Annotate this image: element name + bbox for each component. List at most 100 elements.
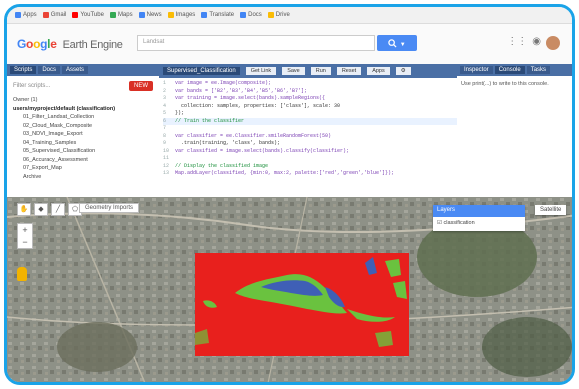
bookmark-item[interactable]: Drive xyxy=(267,12,290,18)
code-line[interactable]: 13 Map.addLayer(classified, {min:0, max:2… xyxy=(163,170,457,178)
code-line[interactable]: 5}); xyxy=(163,110,457,118)
product-name: Earth Engine xyxy=(62,39,123,51)
line-number: 10 xyxy=(163,147,170,154)
run-button[interactable]: Run xyxy=(310,67,331,75)
code-line[interactable]: 1 var image = ee.Image(composite); xyxy=(163,80,457,88)
script-file[interactable]: Archive xyxy=(13,173,159,182)
bookmark-item[interactable]: Apps xyxy=(15,12,37,18)
drawing-tools: ✋ ◆ ╱ ⬠ xyxy=(17,203,82,216)
scripts-panel-tabs: Scripts Docs Assets xyxy=(7,64,159,76)
line-number: 11 xyxy=(163,155,170,161)
line-number: 13 xyxy=(163,170,170,176)
code-text: // Train the classifier xyxy=(175,117,245,124)
script-file[interactable]: 06_Accuracy_Assessment xyxy=(13,156,159,165)
code-line[interactable]: 6 // Train the classifier xyxy=(163,117,457,125)
line-number: 12 xyxy=(163,162,170,169)
code-line[interactable]: 11 xyxy=(163,155,457,163)
code-line[interactable]: 10 var classified = image.select(bands).c… xyxy=(163,148,457,156)
save-button[interactable]: Save xyxy=(282,67,305,75)
code-text: collection: samples, properties: ['class… xyxy=(175,102,341,109)
bookmark-item[interactable]: Gmail xyxy=(42,12,66,18)
app-header: Google Earth Engine Landsat ▼ ⋮⋮ ◉ xyxy=(7,24,572,65)
bookmark-item[interactable]: News xyxy=(138,12,162,18)
script-tree: Owner (1) users/myproject/default (class… xyxy=(7,96,159,181)
search-icon xyxy=(388,39,397,48)
bookmark-item[interactable]: Docs xyxy=(240,12,262,18)
zoom-out-button[interactable]: − xyxy=(18,236,32,248)
output-panel: Inspector Console Tasks Use print(...) t… xyxy=(457,64,572,197)
editor-toolbar: Supervised_Classification Get Link Save … xyxy=(159,64,457,78)
zoom-in-button[interactable]: + xyxy=(18,224,32,236)
header-icons: ⋮⋮ ◉ xyxy=(507,36,560,50)
script-file[interactable]: 07_Export_Map xyxy=(13,164,159,173)
classification-overlay xyxy=(195,253,409,356)
settings-button[interactable]: ⚙ xyxy=(395,67,411,75)
code-line[interactable]: 4 collection: samples, properties: ['cla… xyxy=(163,103,457,111)
script-file[interactable]: 04_Training_Samples xyxy=(13,139,159,148)
code-line[interactable]: 9 .train(training, 'class', bands); xyxy=(163,140,457,148)
line-number: 3 xyxy=(163,95,167,101)
filter-scripts-input[interactable]: Filter scripts... xyxy=(13,83,50,89)
bookmark-item[interactable]: YouTube xyxy=(72,12,104,18)
marker-icon[interactable]: ◆ xyxy=(34,203,48,216)
geometry-imports-button[interactable]: Geometry Imports xyxy=(79,203,140,213)
browser-window: Apps Gmail YouTube Maps News Images Tran… xyxy=(4,4,575,385)
code-area[interactable]: 1 var image = ee.Image(composite); 2 var ba… xyxy=(159,78,457,178)
code-line[interactable]: 3 var training = image.select(bands).samp… xyxy=(163,95,457,103)
line-number: 1 xyxy=(163,80,167,86)
line-number: 6 xyxy=(163,117,167,124)
reset-button[interactable]: Reset xyxy=(336,67,362,75)
script-file[interactable]: 01_Filter_Landsat_Collection xyxy=(13,113,159,122)
apps-grid-icon[interactable]: ⋮⋮ xyxy=(507,36,527,50)
line-number: 2 xyxy=(163,87,167,94)
notifications-icon[interactable]: ◉ xyxy=(532,36,541,50)
bookmark-item[interactable]: Translate xyxy=(201,12,234,18)
code-editor-panel: Supervised_Classification Get Link Save … xyxy=(159,64,458,197)
tab-docs[interactable]: Docs xyxy=(38,66,61,74)
line-icon[interactable]: ╱ xyxy=(51,203,65,216)
script-file[interactable]: 05_Supervised_Classification xyxy=(13,147,159,156)
code-line[interactable]: 7 xyxy=(163,125,457,133)
layers-panel[interactable]: Layers ☑ classification xyxy=(433,205,525,231)
bookmark-item[interactable]: Images xyxy=(167,12,195,18)
search-button[interactable]: ▼ xyxy=(377,35,417,51)
map-type-toggle[interactable]: Satellite xyxy=(535,205,567,215)
scripts-toolbar: Filter scripts... NEW xyxy=(7,76,159,96)
code-text: }); xyxy=(175,110,185,116)
street-view-icon[interactable] xyxy=(17,267,27,281)
bookmarks-bar: Apps Gmail YouTube Maps News Images Tran… xyxy=(7,7,572,24)
layers-title: Layers xyxy=(433,205,525,217)
search-input[interactable]: Landsat xyxy=(137,35,375,51)
pan-hand-icon[interactable]: ✋ xyxy=(17,203,31,216)
code-line[interactable]: 2 var bands = ['B2','B3','B4','B5','B6','… xyxy=(163,88,457,96)
line-number: 7 xyxy=(163,125,167,131)
output-panel-tabs: Inspector Console Tasks xyxy=(457,64,572,76)
line-number: 9 xyxy=(163,140,167,146)
avatar[interactable] xyxy=(546,36,560,50)
line-number: 4 xyxy=(163,102,167,109)
code-text: // Display the classified image xyxy=(175,162,269,169)
code-line[interactable]: 12 // Display the classified image xyxy=(163,163,457,171)
code-text: .train(training, 'class', bands); xyxy=(175,140,281,146)
code-text: var classifier = ee.Classifier.smileRand… xyxy=(175,132,332,139)
apps-button[interactable]: Apps xyxy=(367,67,390,75)
new-script-button[interactable]: NEW xyxy=(129,81,153,91)
tab-inspector[interactable]: Inspector xyxy=(460,66,493,74)
bookmark-item[interactable]: Maps xyxy=(109,12,133,18)
tab-tasks[interactable]: Tasks xyxy=(526,66,551,74)
repo-folder[interactable]: users/myproject/default (classification) xyxy=(13,105,159,114)
chevron-down-icon: ▼ xyxy=(399,42,406,48)
script-file[interactable]: 02_Cloud_Mask_Composite xyxy=(13,122,159,131)
script-file[interactable]: 03_NDVI_Image_Export xyxy=(13,130,159,139)
script-name-tab[interactable]: Supervised_Classification xyxy=(163,67,240,75)
tab-scripts[interactable]: Scripts xyxy=(10,66,37,74)
layer-item[interactable]: ☑ classification xyxy=(433,217,525,229)
earth-engine-logo[interactable]: Google Earth Engine xyxy=(17,37,123,51)
tree-root[interactable]: Owner (1) xyxy=(13,96,159,105)
tab-assets[interactable]: Assets xyxy=(62,66,89,74)
line-number: 5 xyxy=(163,110,167,116)
code-line[interactable]: 8 var classifier = ee.Classifier.smileRan… xyxy=(163,133,457,141)
code-text: Map.addLayer(classified, {min:0, max:2, … xyxy=(175,170,395,176)
tab-console[interactable]: Console xyxy=(494,66,525,74)
get-link-button[interactable]: Get Link xyxy=(245,67,277,75)
